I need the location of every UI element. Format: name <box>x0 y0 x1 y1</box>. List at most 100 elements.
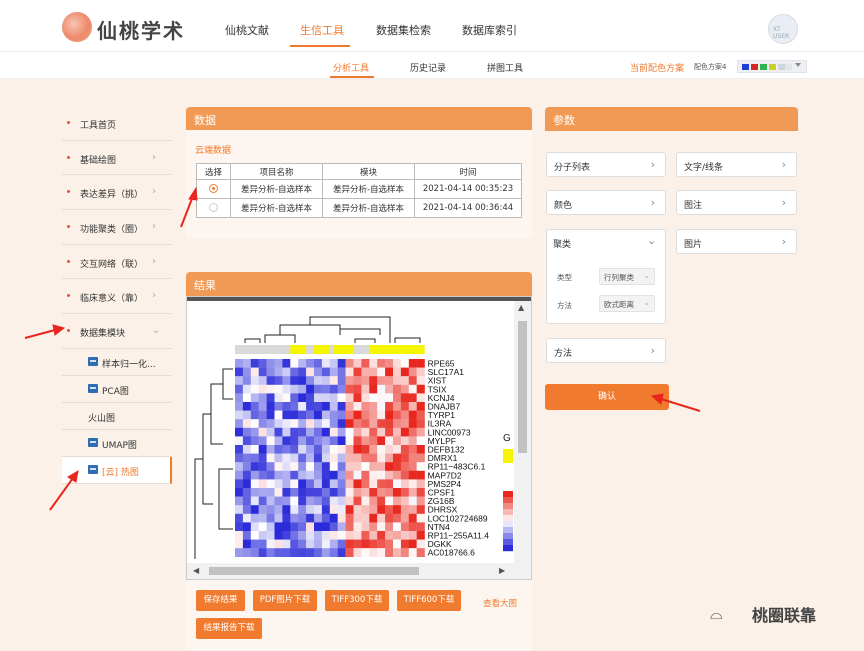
heatmap-cell <box>306 376 315 385</box>
user-avatar[interactable]: XT USER <box>768 14 798 44</box>
tiff600-download-button[interactable]: TIFF600下载 <box>397 590 461 611</box>
sidebar-item-basic-plot[interactable]: 基础绘图 › <box>62 141 172 176</box>
heatmap-cell <box>416 470 425 480</box>
param-label: 颜色 <box>554 201 573 211</box>
sidebar-item-tools-home[interactable]: 工具首页 <box>62 106 172 141</box>
logo-text[interactable]: 仙桃学术 <box>97 15 185 44</box>
heatmap-cell <box>258 427 267 437</box>
heatmap-cell <box>290 531 299 540</box>
heatmap-cell <box>408 531 417 540</box>
vertical-scrollbar[interactable]: ▲ <box>514 301 531 563</box>
legend-gradient-step <box>503 539 513 546</box>
heatmap-cell <box>282 436 291 446</box>
nav-xiantao-literature[interactable]: 仙桃文献 <box>225 22 269 38</box>
heatmap-cell <box>345 376 354 385</box>
table-row[interactable]: 差异分析-自选样本 差异分析-自选样本 2021-04-14 00:36:44 <box>196 198 522 218</box>
heatmap-cell <box>274 445 283 454</box>
heatmap-cell <box>400 384 409 394</box>
heatmap-cell <box>321 496 330 506</box>
sidebar-subitem-volcano[interactable]: 火山图 <box>62 403 172 430</box>
heatmap-cell <box>242 513 251 523</box>
sidebar-subitem-umap[interactable]: UMAP图 <box>62 430 172 457</box>
table-row[interactable]: 差异分析-自选样本 差异分析-自选样本 2021-04-14 00:35:23 <box>196 179 522 199</box>
heatmap-cell <box>282 445 291 454</box>
heatmap-cell <box>353 505 362 514</box>
cloud-data-link[interactable]: 云端数据 <box>195 143 231 156</box>
param-method[interactable]: 方法 › <box>546 338 666 363</box>
sidebar-subitem-normalization[interactable]: 样本归一化... <box>62 349 172 376</box>
scroll-up-icon[interactable]: ▲ <box>518 303 524 312</box>
scroll-right-icon[interactable]: ▶ <box>499 566 505 575</box>
radio-button[interactable] <box>209 203 218 212</box>
vertical-scroll-thumb[interactable] <box>518 321 527 453</box>
heatmap-cell <box>369 548 378 557</box>
heatmap-cell <box>274 470 283 480</box>
tool-icon <box>88 437 98 447</box>
save-result-button[interactable]: 保存结果 <box>196 590 245 611</box>
heatmap-cell <box>298 470 307 480</box>
heatmap-figure: RPE65SLC17A1XISTTSIXKCNJ4DNAJB7TYRP1IL3R… <box>194 316 513 559</box>
heatmap-cell <box>298 453 307 463</box>
sidebar-item-dataset-module[interactable]: 数据集模块 ⌄ <box>62 314 172 349</box>
subnav-history[interactable]: 历史记录 <box>410 61 446 74</box>
sidebar-item-expression-diff[interactable]: 表达差异（挑） › <box>62 175 172 211</box>
param-molecule-list[interactable]: 分子列表 › <box>546 152 666 177</box>
top-header: 仙桃学术 仙桃文献 生信工具 数据集检索 数据库索引 XT USER <box>0 0 864 52</box>
nav-dataset-search[interactable]: 数据集检索 <box>376 22 431 38</box>
heatmap-cell <box>298 505 307 514</box>
heatmap-cell <box>250 359 259 368</box>
tiff300-download-button[interactable]: TIFF300下载 <box>325 590 389 611</box>
chevron-down-icon[interactable] <box>795 63 801 67</box>
horizontal-scrollbar[interactable]: ◀ ▶ <box>187 563 531 579</box>
heatmap-cell <box>250 384 259 394</box>
bullet-icon <box>67 225 70 229</box>
nav-bioinfo-tools[interactable]: 生信工具 <box>300 22 344 38</box>
nav-database-index[interactable]: 数据库索引 <box>462 22 517 38</box>
heatmap-viewer[interactable]: RPE65 SLC17A1 XIST TSIX KCNJ4 DNAJB7 TYRP1 IL3R… <box>186 296 532 580</box>
logo-icon[interactable] <box>62 12 92 42</box>
heatmap-cell <box>242 445 251 454</box>
sidebar-item-functional-cluster[interactable]: 功能聚类（圈） › <box>62 210 172 245</box>
view-large-image-link[interactable]: 查看大图 <box>483 597 517 609</box>
legend-gradient-step <box>503 527 513 534</box>
subnav-puzzle-tool[interactable]: 拼图工具 <box>487 61 523 74</box>
heatmap-cell <box>274 479 283 489</box>
param-label: 方法 <box>554 349 573 359</box>
sidebar-item-interaction-network[interactable]: 交互网络（联） › <box>62 245 172 280</box>
legend-swatch <box>503 449 513 463</box>
scroll-left-icon[interactable]: ◀ <box>193 566 199 575</box>
heatmap-cell <box>298 359 307 368</box>
heatmap-cell <box>385 548 394 557</box>
sidebar-subitem-pca[interactable]: PCA图 <box>62 376 172 403</box>
param-text-lines[interactable]: 文字/线条 › <box>676 152 797 177</box>
heatmap-cell <box>321 393 330 403</box>
heatmap-cell <box>321 531 330 540</box>
sidebar-item-label: 基础绘图 <box>80 155 117 166</box>
heatmap-cell <box>290 513 299 523</box>
chevron-down-icon[interactable]: ⌄ <box>647 234 656 247</box>
heatmap-cell <box>329 513 338 523</box>
confirm-button[interactable]: 确认 <box>545 384 669 410</box>
cluster-method-select[interactable]: 欧式距离 ⌄ <box>599 295 655 312</box>
radio-button[interactable] <box>209 184 218 193</box>
subnav-analysis-tools[interactable]: 分析工具 <box>333 61 369 74</box>
heatmap-cell <box>321 522 330 532</box>
param-image[interactable]: 图片 › <box>676 229 797 254</box>
sidebar-subitem-cloud-heatmap[interactable]: [云] 热图 <box>62 456 172 484</box>
param-legend[interactable]: 图注 › <box>676 190 797 215</box>
report-download-button[interactable]: 结果报告下载 <box>196 618 262 639</box>
heatmap-cell <box>321 410 330 420</box>
current-color-scheme-link[interactable]: 当前配色方案 <box>630 61 684 74</box>
cluster-label[interactable]: 聚类 <box>553 237 571 250</box>
pdf-download-button[interactable]: PDF图片下载 <box>253 590 317 611</box>
heatmap-cell <box>290 496 299 506</box>
param-color[interactable]: 颜色 › <box>546 190 666 215</box>
cluster-type-select[interactable]: 行列聚类 ⌄ <box>599 268 655 285</box>
sidebar-item-clinical-significance[interactable]: 临床意义（靠） › <box>62 279 172 315</box>
cluster-type-value: 行列聚类 <box>604 273 634 282</box>
heatmap-cell <box>408 376 417 385</box>
heatmap-cell <box>314 445 323 454</box>
heatmap-cell <box>345 496 354 506</box>
horizontal-scroll-thumb[interactable] <box>209 567 419 575</box>
heatmap-cell <box>306 479 315 489</box>
